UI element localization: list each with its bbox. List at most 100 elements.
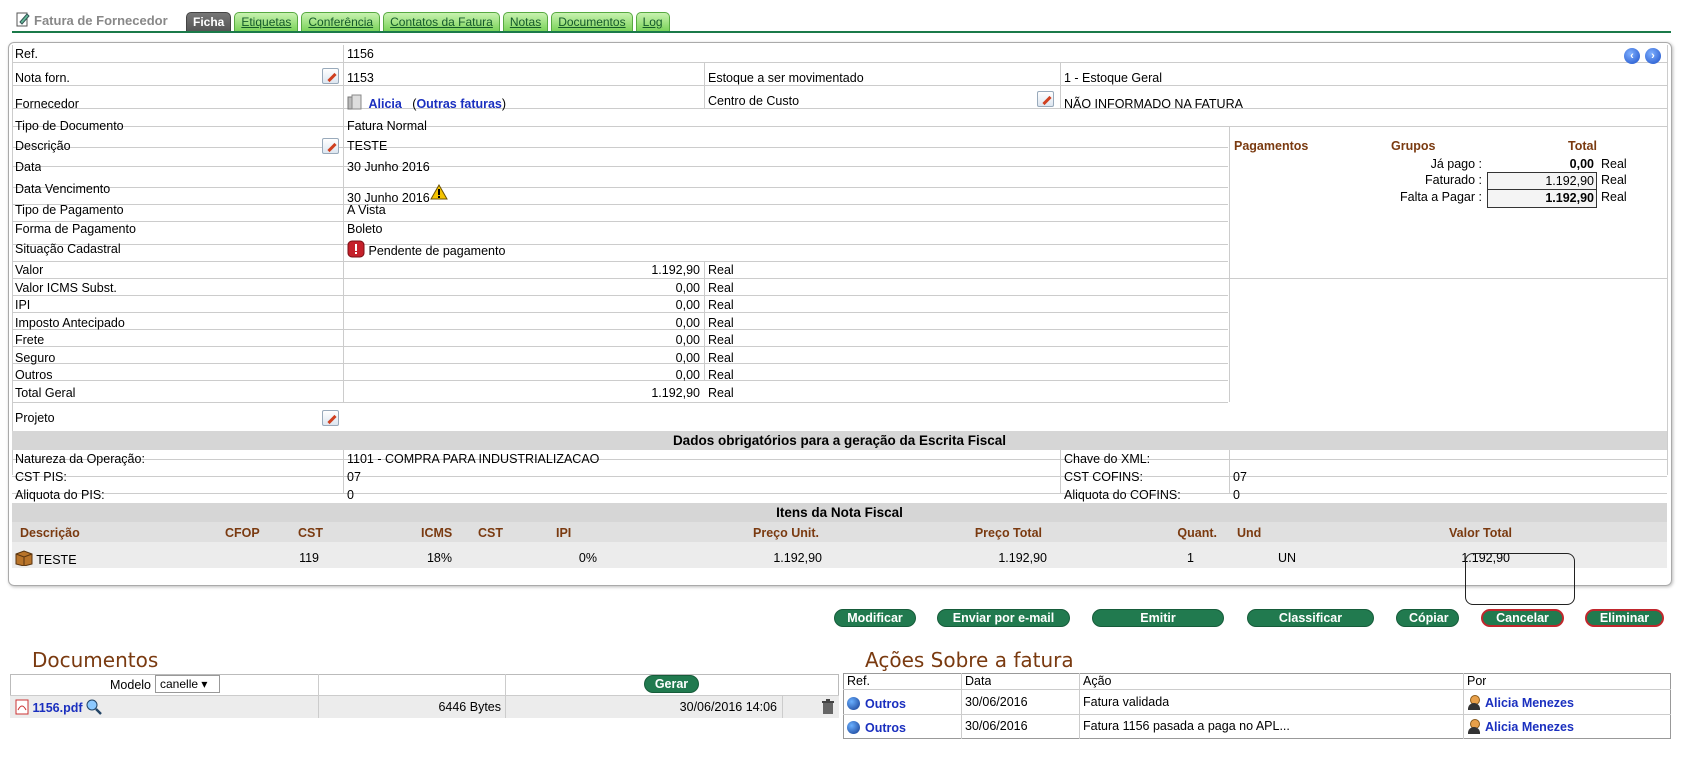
tab-conferencia[interactable]: Conferência <box>301 12 381 31</box>
modelo-select-value: canelle <box>160 677 199 691</box>
outras-faturas-link[interactable]: Outras faturas <box>416 97 501 111</box>
company-icon <box>347 94 362 110</box>
ref-value: 1156 <box>347 47 374 61</box>
copiar-button[interactable]: Cópiar <box>1396 609 1459 627</box>
cancelar-button[interactable]: Cancelar <box>1481 609 1564 627</box>
acoes-col-data: Data <box>965 674 992 688</box>
pdf-icon <box>15 699 29 715</box>
acao-user-link[interactable]: Alicia Menezes <box>1485 720 1574 734</box>
amount-label: Seguro <box>15 351 56 365</box>
col-und: Und <box>1237 526 1262 540</box>
tab-documentos[interactable]: Documentos <box>551 12 633 31</box>
invoice-icon <box>16 12 30 28</box>
estoque-label: Estoque a ser movimentado <box>708 71 864 85</box>
amount-label: Frete <box>15 333 45 347</box>
acao-row-por: Alicia Menezes <box>1464 719 1574 736</box>
aliq-cofins-value: 0 <box>1233 488 1240 502</box>
col-ipi: IPI <box>556 526 572 540</box>
amount-value: 0,00 <box>675 316 700 330</box>
amount-value: 1.192,90 <box>651 386 700 400</box>
app-title: Fatura de Fornecedor <box>16 12 168 28</box>
projeto-label: Projeto <box>15 411 55 425</box>
natureza-label: Natureza da Operação: <box>15 452 145 466</box>
file-link[interactable]: 1156.pdf <box>32 701 82 715</box>
amount-value: 0,00 <box>675 281 700 295</box>
forma-pag-label: Forma de Pagamento <box>15 222 136 236</box>
col-valor-total: Valor Total <box>1449 526 1512 540</box>
tipo-doc-value: Fatura Normal <box>347 119 427 133</box>
acoes-title: Ações Sobre a fatura <box>865 648 1074 672</box>
faturado-currency: Real <box>1601 173 1627 187</box>
tab-contatos[interactable]: Contatos da Fatura <box>383 12 500 31</box>
emitir-pagamento-button[interactable]: Emitir Pagamento <box>1092 609 1224 641</box>
modificar-button[interactable]: Modificar <box>834 609 916 627</box>
col-quant: Quant. <box>1177 526 1217 540</box>
amount-currency: Real <box>708 316 734 330</box>
col-cst2: CST <box>478 526 503 540</box>
modelo-select[interactable]: canelle ▾ <box>155 675 220 693</box>
user-icon <box>1467 719 1481 734</box>
tipo-pag-value: A Vista <box>347 203 386 217</box>
edit-centro-icon[interactable] <box>1037 91 1054 107</box>
cst-pis-value: 07 <box>347 470 361 484</box>
item-descricao: TESTE <box>12 550 77 569</box>
amount-label: IPI <box>15 298 31 312</box>
edit-projeto-icon[interactable] <box>322 410 339 426</box>
item-preco-total: 1.192,90 <box>998 551 1047 565</box>
delete-file-icon[interactable] <box>820 699 836 715</box>
pagamentos-header: Pagamentos <box>1234 139 1309 153</box>
previous-record-icon[interactable]: ‹ <box>1624 48 1640 64</box>
amount-value: 0,00 <box>675 333 700 347</box>
enviar-email-button[interactable]: Enviar por e-mail <box>937 609 1070 627</box>
forma-pag-value: Boleto <box>347 222 383 236</box>
globe-icon <box>847 721 860 734</box>
acoes-col-acao: Ação <box>1083 674 1112 688</box>
tab-log[interactable]: Log <box>635 12 670 31</box>
amount-currency: Real <box>708 368 734 382</box>
amount-value: 0,00 <box>675 351 700 365</box>
tab-ficha[interactable]: Ficha <box>186 12 232 31</box>
file-entry: 1156.pdf <box>12 699 102 717</box>
edit-nota-icon[interactable] <box>322 68 339 84</box>
aliq-pis-value: 0 <box>347 488 354 502</box>
item-cst: 119 <box>299 551 319 565</box>
tab-etiquetas[interactable]: Etiquetas <box>234 12 299 31</box>
natureza-value: 1101 - COMPRA PARA INDUSTRIALIZACAO <box>347 452 600 466</box>
amount-label: Imposto Antecipado <box>15 316 125 330</box>
amount-value: 0,00 <box>675 368 700 382</box>
acao-row-acao: Fatura 1156 pasada a paga no APL... <box>1083 719 1290 733</box>
documentos-title: Documentos <box>32 648 159 672</box>
aliq-cofins-label: Aliquota do COFINS: <box>1064 488 1181 502</box>
item-ipi: 0% <box>578 551 597 565</box>
acao-ref-link[interactable]: Outros <box>865 721 906 735</box>
descricao-value: TESTE <box>347 139 388 153</box>
acao-ref-link[interactable]: Outros <box>865 697 906 711</box>
ref-label: Ref. <box>15 47 38 61</box>
amount-currency: Real <box>708 333 734 347</box>
fornecedor-link[interactable]: Alicia <box>368 97 401 111</box>
nota-value: 1153 <box>347 71 374 85</box>
next-record-icon[interactable]: › <box>1645 48 1661 64</box>
preview-magnifier-icon[interactable] <box>86 699 102 715</box>
focus-highlight <box>1465 553 1575 605</box>
classificar-pago-button[interactable]: Classificar 'Pago' <box>1247 609 1374 641</box>
items-section-title: Itens da Nota Fiscal <box>12 503 1667 522</box>
cst-cofins-value: 07 <box>1233 470 1247 484</box>
eliminar-button[interactable]: Eliminar <box>1585 609 1664 627</box>
chave-label: Chave do XML: <box>1064 452 1151 466</box>
acao-user-link[interactable]: Alicia Menezes <box>1485 696 1574 710</box>
col-preco-total: Preço Total <box>974 526 1042 540</box>
amount-currency: Real <box>708 386 734 400</box>
centro-label: Centro de Custo <box>708 94 800 108</box>
user-icon <box>1467 695 1481 710</box>
acao-row-acao: Fatura validada <box>1083 695 1170 709</box>
tab-notas[interactable]: Notas <box>502 12 549 31</box>
cst-cofins-label: CST COFINS: <box>1064 470 1143 484</box>
item-preco-unit: 1.192,90 <box>773 551 822 565</box>
gerar-button[interactable]: Gerar <box>644 675 699 693</box>
file-date: 30/06/2016 14:06 <box>679 700 777 714</box>
nota-label: Nota forn. <box>15 71 70 85</box>
descricao-label: Descrição <box>15 139 71 153</box>
edit-descricao-icon[interactable] <box>322 138 339 154</box>
warning-icon <box>429 184 448 200</box>
